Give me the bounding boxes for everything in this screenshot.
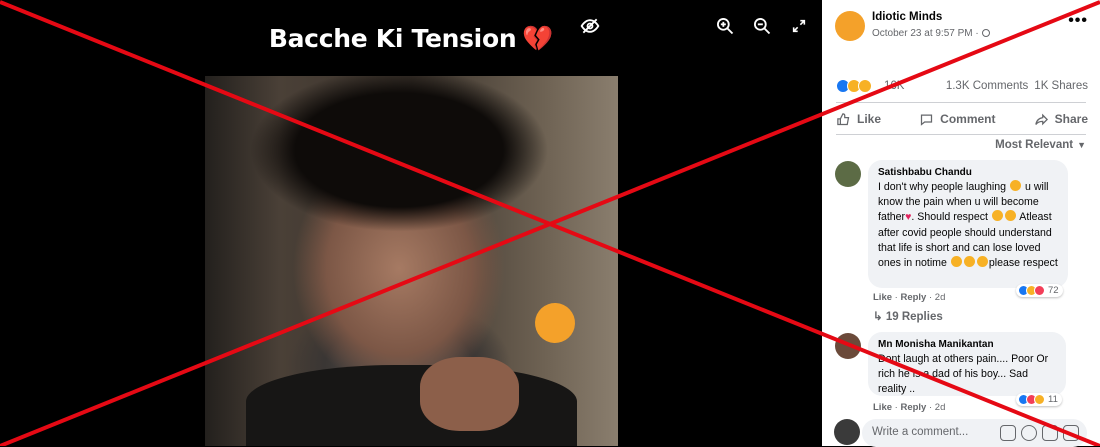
haha-reaction-icon xyxy=(1034,394,1045,405)
comment-age[interactable]: 2d xyxy=(935,292,946,303)
comment-meta: Like · Reply · 2d xyxy=(873,292,946,303)
commenter-avatar[interactable] xyxy=(835,333,861,359)
comment-meta: Like · Reply · 2d xyxy=(873,402,946,413)
post-date[interactable]: October 23 at 9:57 PM · xyxy=(872,28,990,39)
comment-age[interactable]: 2d xyxy=(935,402,946,413)
view-replies-link[interactable]: ↳ 19 Replies xyxy=(873,309,943,323)
comment-reactions[interactable]: 11 xyxy=(1016,393,1062,406)
photo-shirt xyxy=(246,364,577,446)
gif-icon[interactable] xyxy=(1063,425,1079,441)
sad-face-emoji xyxy=(1010,180,1022,191)
sad-face-emoji xyxy=(1004,210,1016,222)
sad-face-emoji xyxy=(991,210,1003,222)
post-details-panel: Idiotic Minds October 23 at 9:57 PM · ••… xyxy=(822,0,1100,447)
comment-reply-link[interactable]: Reply xyxy=(900,402,926,413)
sad-face-emoji xyxy=(976,256,988,268)
reaction-count[interactable]: 16K xyxy=(884,80,904,92)
reaction-icons[interactable] xyxy=(836,79,872,93)
commenter-avatar[interactable] xyxy=(835,161,861,187)
shares-count[interactable]: 1K Shares xyxy=(1034,80,1088,92)
post-photo xyxy=(205,76,618,446)
fullscreen-icon[interactable] xyxy=(787,14,811,38)
comment-sort-dropdown[interactable]: Most Relevant ▼ xyxy=(995,139,1086,151)
thumbs-up-icon xyxy=(837,112,850,125)
divider xyxy=(836,102,1086,103)
sad-face-emoji xyxy=(963,256,975,268)
love-reaction-icon xyxy=(1034,285,1045,296)
more-options-button[interactable]: ••• xyxy=(1068,12,1088,30)
sad-face-emoji xyxy=(950,256,962,268)
photo-caption-title: Bacche Ki Tension 💔 xyxy=(268,24,554,53)
engagement-counts: 1.3K Comments 1K Shares xyxy=(946,80,1088,92)
comment-author[interactable]: Mn Monisha Manikantan xyxy=(878,338,1056,351)
sticker-icon[interactable] xyxy=(1000,425,1016,441)
page-avatar[interactable] xyxy=(835,11,865,41)
comment-button[interactable]: Comment xyxy=(919,108,996,130)
comment-icon xyxy=(921,114,933,126)
comment-author[interactable]: Satishbabu Chandu xyxy=(878,166,1058,179)
comment-like-link[interactable]: Like xyxy=(873,402,892,413)
wow-reaction-icon xyxy=(858,79,872,93)
reactions-summary: 16K 1.3K Comments 1K Shares xyxy=(836,79,1088,95)
comment-bubble: Mn Monisha Manikantan Dont laugh at othe… xyxy=(868,332,1066,396)
broken-heart-icon: 💔 xyxy=(522,24,554,53)
comment-input[interactable]: Write a comment... xyxy=(862,419,1087,447)
caret-down-icon: ▼ xyxy=(1077,140,1086,150)
like-button[interactable]: Like xyxy=(836,108,881,130)
comment-reply-link[interactable]: Reply xyxy=(900,292,926,303)
composer-icons xyxy=(1000,425,1079,441)
comments-count[interactable]: 1.3K Comments xyxy=(946,80,1028,92)
current-user-avatar[interactable] xyxy=(834,419,860,445)
share-button[interactable]: Share xyxy=(1034,108,1088,130)
eye-off-icon[interactable] xyxy=(578,14,602,38)
reply-arrow-icon: ↳ xyxy=(873,311,883,323)
comment-bubble: Satishbabu Chandu I don't why people lau… xyxy=(868,160,1068,288)
globe-icon xyxy=(981,29,990,37)
comment-like-link[interactable]: Like xyxy=(873,292,892,303)
comment-reactions[interactable]: 72 xyxy=(1016,284,1063,297)
page-name[interactable]: Idiotic Minds xyxy=(872,11,942,23)
photo-hand xyxy=(419,357,519,432)
emoji-icon[interactable] xyxy=(1021,425,1037,441)
zoom-out-icon[interactable] xyxy=(750,14,774,38)
zoom-in-icon[interactable] xyxy=(713,14,737,38)
post-actions: Like Comment Share xyxy=(836,108,1088,130)
share-icon xyxy=(1034,113,1048,125)
divider xyxy=(836,134,1086,135)
photo-viewer: Bacche Ki Tension 💔 xyxy=(0,0,822,446)
camera-icon[interactable] xyxy=(1042,425,1058,441)
